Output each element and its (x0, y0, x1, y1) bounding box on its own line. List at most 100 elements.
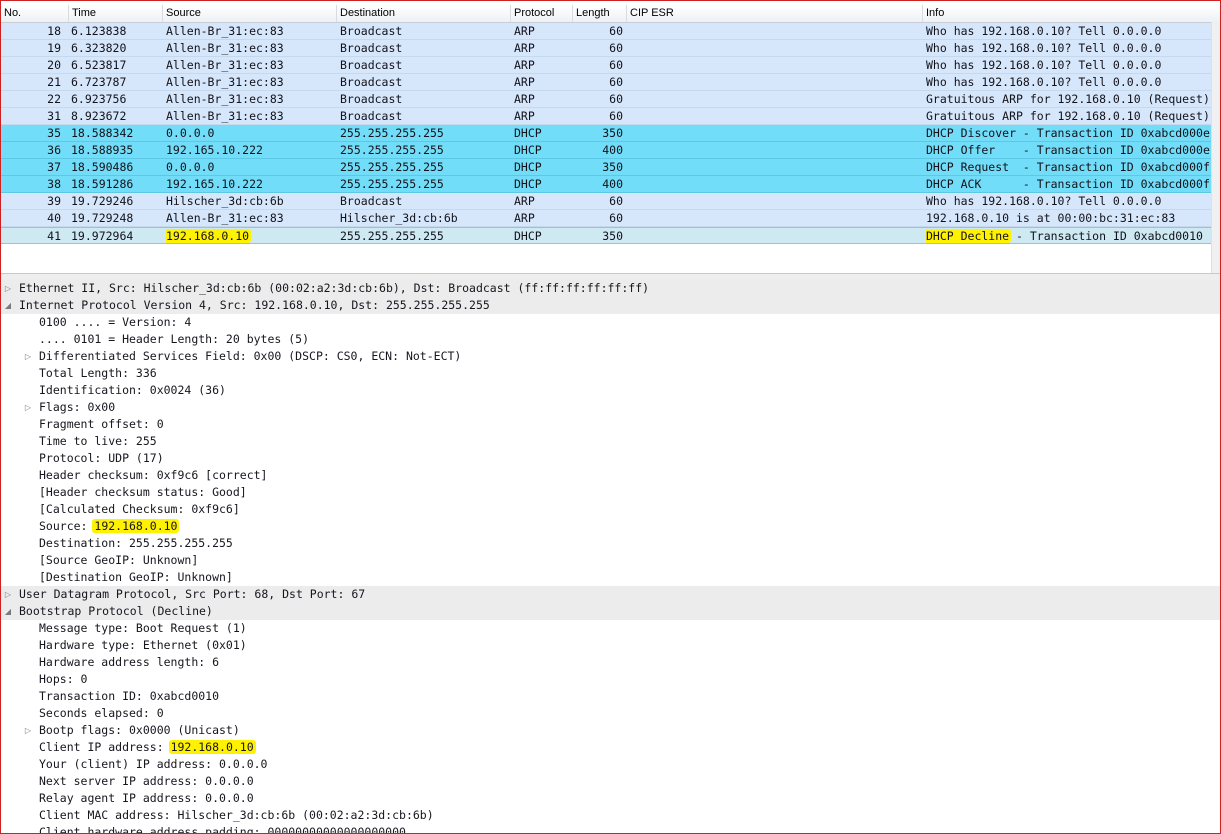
highlight-mark: 192.168.0.10 (166, 229, 252, 243)
protocol-tree-header[interactable]: ▷ Ethernet II, Src: Hilscher_3d:cb:6b (00… (1, 280, 1220, 297)
column-header-time[interactable]: Time (69, 5, 163, 22)
packet-row[interactable]: 22 6.923756 Allen-Br_31:ec:83 Broadcast ARP 6… (1, 91, 1220, 108)
cell-time: 18.591286 (71, 177, 134, 191)
cell-protocol: DHCP (514, 229, 542, 243)
triangle-right-icon[interactable]: ▷ (3, 280, 13, 297)
protocol-tree-field[interactable]: Protocol: UDP (17) (1, 450, 1220, 467)
protocol-tree-field[interactable]: [Destination GeoIP: Unknown] (1, 569, 1220, 586)
protocol-tree-field[interactable]: Relay agent IP address: 0.0.0.0 (1, 790, 1220, 807)
protocol-tree-field[interactable]: Destination: 255.255.255.255 (1, 535, 1220, 552)
packet-row[interactable]: 38 18.591286 192.165.10.222 255.255.255.255… (1, 176, 1220, 193)
packet-row[interactable]: 20 6.523817 Allen-Br_31:ec:83 Broadcast ARP 6… (1, 57, 1220, 74)
triangle-right-icon[interactable]: ▷ (3, 586, 13, 603)
cell-protocol: DHCP (514, 126, 542, 140)
protocol-tree-field[interactable]: Client hardware address padding: 0000000… (1, 824, 1220, 833)
cell-protocol: DHCP (514, 177, 542, 191)
packet-row[interactable]: 31 8.923672 Allen-Br_31:ec:83 Broadcast ARP 6… (1, 108, 1220, 125)
column-header-length[interactable]: Length (573, 5, 627, 22)
protocol-tree-field[interactable]: Message type: Boot Request (1) (1, 620, 1220, 637)
protocol-tree-field[interactable]: Hops: 0 (1, 671, 1220, 688)
protocol-tree-header[interactable]: ◢ Internet Protocol Version 4, Src: 192.1… (1, 297, 1220, 314)
protocol-tree-header[interactable]: ▷ User Datagram Protocol, Src Port: 68, D… (1, 586, 1220, 603)
cell-cip-esr (629, 108, 919, 125)
protocol-tree-field[interactable]: Hardware type: Ethernet (0x01) (1, 637, 1220, 654)
packet-row[interactable]: 18 6.123838 Allen-Br_31:ec:83 Broadcast ARP 6… (1, 23, 1220, 40)
column-header-protocol[interactable]: Protocol (511, 5, 573, 22)
protocol-tree-field[interactable]: ▷ Flags: 0x00 (1, 399, 1220, 416)
protocol-tree-field[interactable]: Fragment offset: 0 (1, 416, 1220, 433)
triangle-down-icon[interactable]: ◢ (3, 603, 13, 620)
protocol-tree-field[interactable]: Time to live: 255 (1, 433, 1220, 450)
tree-text: 0100 .... = Version: 4 (39, 315, 192, 329)
cell-length: 400 (602, 177, 623, 191)
cell-protocol: ARP (514, 109, 535, 123)
protocol-tree-field[interactable]: [Source GeoIP: Unknown] (1, 552, 1220, 569)
protocol-tree-field[interactable]: ▷ Differentiated Services Field: 0x00 (DS… (1, 348, 1220, 365)
cell-no: 18 (47, 24, 61, 38)
cell-cip-esr (629, 228, 919, 245)
triangle-right-icon[interactable]: ▷ (23, 722, 33, 739)
protocol-tree-field[interactable]: Client IP address: 192.168.0.10 (1, 739, 1220, 756)
column-header-no[interactable]: No. (1, 5, 69, 22)
cell-cip-esr (629, 159, 919, 176)
packet-row[interactable]: 19 6.323820 Allen-Br_31:ec:83 Broadcast ARP 6… (1, 40, 1220, 57)
tree-text: Flags: 0x00 (39, 400, 116, 414)
cell-info: Who has 192.168.0.10? Tell 0.0.0.0 (926, 194, 1162, 208)
protocol-tree-field[interactable]: ▷ Bootp flags: 0x0000 (Unicast) (1, 722, 1220, 739)
packet-row[interactable]: 36 18.588935 192.165.10.222 255.255.255.255… (1, 142, 1220, 159)
column-header-cip-esr[interactable]: CIP ESR (627, 5, 923, 22)
cell-cip-esr (629, 210, 919, 227)
cell-length: 400 (602, 143, 623, 157)
cell-info: Who has 192.168.0.10? Tell 0.0.0.0 (926, 41, 1162, 55)
packet-list-scrollbar[interactable] (1211, 22, 1220, 274)
protocol-tree-field[interactable]: Source: 192.168.0.10 (1, 518, 1220, 535)
cell-length: 350 (602, 229, 623, 243)
protocol-tree-field[interactable]: Total Length: 336 (1, 365, 1220, 382)
protocol-tree-field[interactable]: Next server IP address: 0.0.0.0 (1, 773, 1220, 790)
triangle-right-icon[interactable]: ▷ (23, 399, 33, 416)
cell-no: 19 (47, 41, 61, 55)
protocol-tree-field[interactable]: [Calculated Checksum: 0xf9c6] (1, 501, 1220, 518)
cell-source: Allen-Br_31:ec:83 (166, 24, 284, 38)
protocol-tree-header[interactable]: ◢ Bootstrap Protocol (Decline) (1, 603, 1220, 620)
packet-row[interactable]: 40 19.729248 Allen-Br_31:ec:83 Hilscher_3d:… (1, 210, 1220, 227)
packet-row[interactable]: 21 6.723787 Allen-Br_31:ec:83 Broadcast ARP 6… (1, 74, 1220, 91)
cell-source: Allen-Br_31:ec:83 (166, 58, 284, 72)
protocol-tree-field[interactable]: .... 0101 = Header Length: 20 bytes (5) (1, 331, 1220, 348)
packet-row-selected[interactable]: 41 19.972964 192.168.0.10 255.255.255.255 DH… (1, 227, 1220, 244)
tree-text: Fragment offset: 0 (39, 417, 164, 431)
packet-row[interactable]: 39 19.729246 Hilscher_3d:cb:6b Broadcast ARP… (1, 193, 1220, 210)
protocol-tree-field[interactable]: 0100 .... = Version: 4 (1, 314, 1220, 331)
packet-row[interactable]: 37 18.590486 0.0.0.0 255.255.255.255 DHCP 350… (1, 159, 1220, 176)
cell-cip-esr (629, 125, 919, 142)
tree-text: Destination: 255.255.255.255 (39, 536, 233, 550)
tree-text: Message type: Boot Request (1) (39, 621, 247, 635)
column-header-source[interactable]: Source (163, 5, 337, 22)
column-header-info[interactable]: Info (923, 5, 1220, 22)
cell-time: 18.588935 (71, 143, 134, 157)
tree-text: Protocol: UDP (17) (39, 451, 164, 465)
cell-no: 20 (47, 58, 61, 72)
triangle-down-icon[interactable]: ◢ (3, 297, 13, 314)
protocol-tree-field[interactable]: Hardware address length: 6 (1, 654, 1220, 671)
cell-protocol: DHCP (514, 160, 542, 174)
protocol-tree-field[interactable]: Seconds elapsed: 0 (1, 705, 1220, 722)
tree-text: Hardware address length: 6 (39, 655, 220, 669)
column-header-destination[interactable]: Destination (337, 5, 511, 22)
tree-text: Time to live: 255 (39, 434, 157, 448)
protocol-tree-field[interactable]: Identification: 0x0024 (36) (1, 382, 1220, 399)
protocol-tree-field[interactable]: Transaction ID: 0xabcd0010 (1, 688, 1220, 705)
protocol-tree-field[interactable]: Header checksum: 0xf9c6 [correct] (1, 467, 1220, 484)
cell-source: Allen-Br_31:ec:83 (166, 41, 284, 55)
cell-cip-esr (629, 40, 919, 57)
cell-source: 192.165.10.222 (166, 177, 263, 191)
protocol-tree-field[interactable]: Client MAC address: Hilscher_3d:cb:6b (0… (1, 807, 1220, 824)
protocol-tree-field[interactable]: [Header checksum status: Good] (1, 484, 1220, 501)
tree-text: Seconds elapsed: 0 (39, 706, 164, 720)
packet-row[interactable]: 35 18.588342 0.0.0.0 255.255.255.255 DHCP 350… (1, 125, 1220, 142)
cell-time: 18.588342 (71, 126, 134, 140)
cell-no: 36 (47, 143, 61, 157)
cell-destination: Hilscher_3d:cb:6b (340, 211, 458, 225)
triangle-right-icon[interactable]: ▷ (23, 348, 33, 365)
protocol-tree-field[interactable]: Your (client) IP address: 0.0.0.0 (1, 756, 1220, 773)
